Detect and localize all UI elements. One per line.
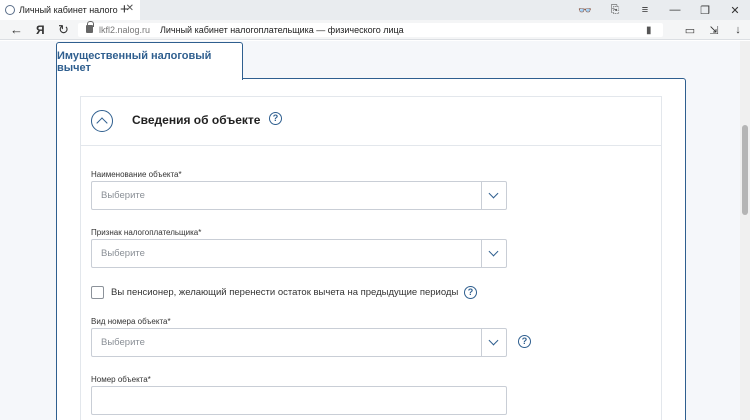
window-controls: 👓 ⎘ ≡ — ❐ ✕	[570, 0, 750, 20]
scrollbar-thumb[interactable]	[742, 125, 748, 215]
url-page-title[interactable]: Личный кабинет налогоплательщика — физич…	[160, 24, 404, 36]
download-icon[interactable]: ↓	[726, 24, 750, 36]
help-icon[interactable]: ?	[269, 112, 282, 125]
section-tab[interactable]: Имущественный налоговый вычет	[56, 42, 243, 80]
object-name-label: Наименование объекта*	[91, 170, 182, 179]
lock-icon	[86, 21, 94, 33]
taxpayer-attr-label: Признак налогоплательщика*	[91, 228, 202, 237]
pensioner-checkbox[interactable]	[91, 286, 104, 299]
back-icon[interactable]: ←	[10, 21, 23, 39]
reload-icon[interactable]: ↻	[58, 21, 69, 39]
object-name-value: Выберите	[101, 190, 145, 201]
taxpayer-attr-select[interactable]: Выберите	[91, 239, 507, 268]
object-number-input[interactable]	[91, 386, 507, 415]
new-tab-button[interactable]: +	[120, 1, 129, 19]
address-bar-actions: ▭ ⇲ ↓	[678, 20, 750, 40]
chevron-down-icon[interactable]	[481, 329, 506, 356]
card-title: Сведения об объекте	[132, 113, 261, 127]
object-name-select[interactable]: Выберите	[91, 181, 507, 210]
chevron-down-icon[interactable]	[481, 182, 506, 209]
reader-mode-icon[interactable]: 👓	[570, 4, 600, 17]
menu-icon[interactable]: ≡	[630, 4, 660, 16]
globe-icon	[5, 5, 15, 15]
object-number-label: Номер объекта*	[91, 375, 151, 384]
share-icon[interactable]: ⇲	[702, 24, 726, 37]
collections-icon[interactable]: ⎘	[600, 4, 630, 17]
restore-icon[interactable]: ❐	[690, 4, 720, 17]
url-domain[interactable]: lkfl2.nalog.ru	[99, 24, 150, 36]
battery-icon[interactable]: ▭	[678, 24, 702, 37]
close-window-icon[interactable]: ✕	[720, 4, 750, 17]
tab-title: Личный кабинет налого	[19, 5, 118, 15]
yandex-icon[interactable]: Я	[36, 21, 45, 39]
help-icon[interactable]: ?	[518, 335, 531, 348]
tab-bar: Личный кабинет налого ✕ + 👓 ⎘ ≡ — ❐ ✕	[0, 0, 750, 20]
chevron-down-icon[interactable]	[481, 240, 506, 267]
taxpayer-attr-value: Выберите	[101, 248, 145, 259]
browser-tab[interactable]: Личный кабинет налого ✕	[0, 0, 140, 20]
help-icon[interactable]: ?	[464, 286, 477, 299]
minimize-icon[interactable]: —	[660, 4, 690, 16]
object-number-type-value: Выберите	[101, 337, 145, 348]
collapse-chevron-icon[interactable]	[91, 110, 113, 132]
object-number-type-select[interactable]: Выберите	[91, 328, 507, 357]
pensioner-checkbox-label[interactable]: Вы пенсионер, желающий перенести остаток…	[111, 287, 458, 299]
scrollbar[interactable]	[740, 41, 750, 420]
object-number-type-label: Вид номера объекта*	[91, 317, 171, 326]
bookmark-icon[interactable]: ▮	[646, 25, 652, 36]
